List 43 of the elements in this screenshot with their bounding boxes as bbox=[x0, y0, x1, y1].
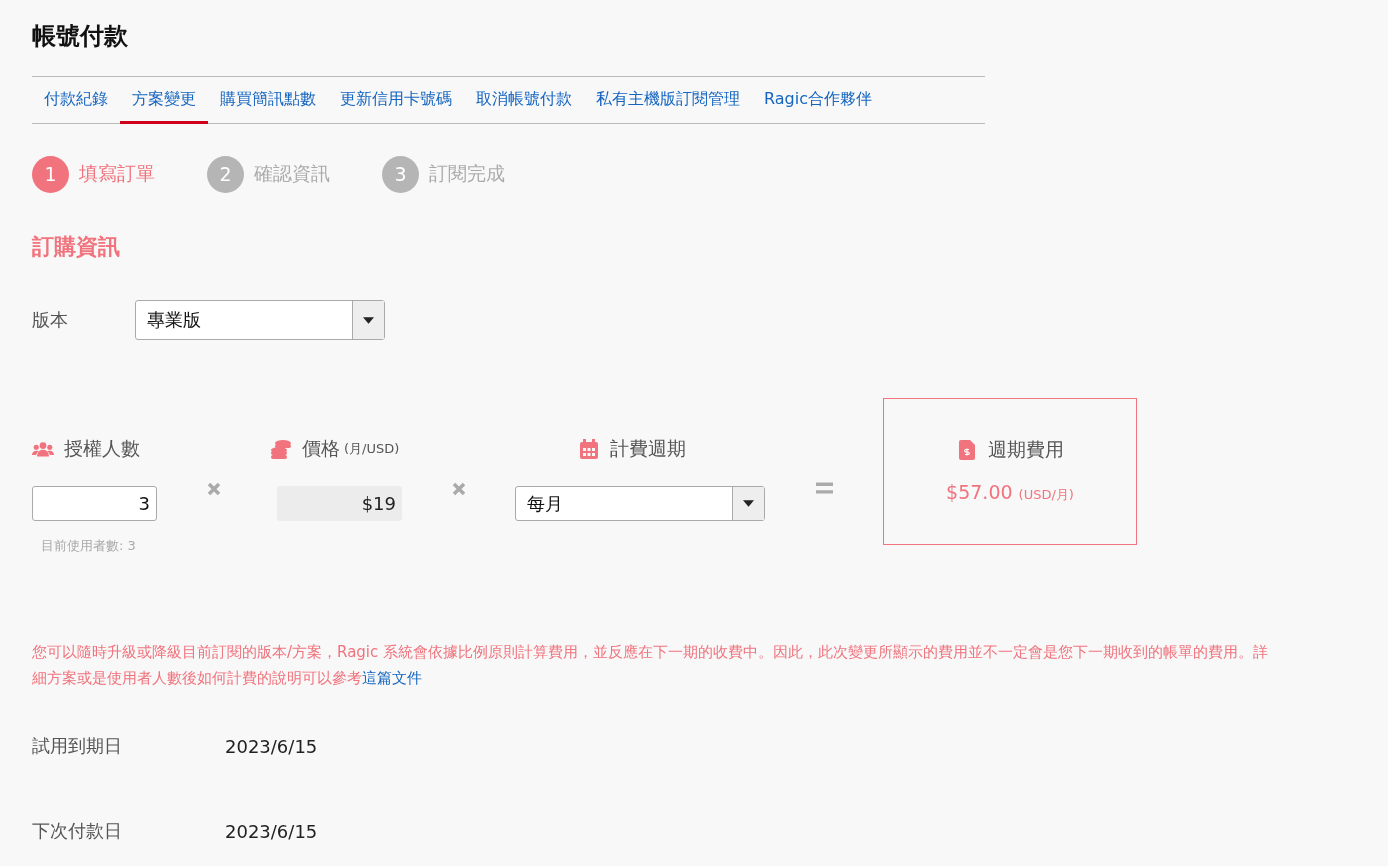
field-label: 下次付款日 bbox=[32, 819, 123, 843]
calendar-icon bbox=[578, 439, 600, 459]
notice-text: 您可以隨時升級或降級目前訂閱的版本/方案，Ragic 系統會依據比例原則計算費用，並反應在下一期的收費中。因此，此次變更所顯示的費用並不一定會是您下一期收到的帳單的費用。詳細方案或是使用者人數後如何計費的說明可以參考這篇文件 bbox=[32, 642, 1270, 689]
field-label: 價格 bbox=[302, 436, 340, 461]
number-input[interactable]: 3 bbox=[32, 486, 157, 521]
tab[interactable]: 取消帳號付款 bbox=[464, 77, 584, 124]
field-label: 計費週期 bbox=[610, 436, 686, 461]
dropdown[interactable]: 每月 bbox=[515, 486, 765, 521]
step-number: 1 bbox=[32, 155, 69, 193]
unit-label: (USD/月) bbox=[1018, 486, 1074, 504]
price-value: $19 bbox=[277, 486, 402, 521]
total-amount: $57.00 bbox=[946, 481, 1013, 503]
invoice-icon bbox=[956, 440, 978, 460]
field-label: 試用到期日 bbox=[32, 734, 123, 758]
tab[interactable]: Ragic合作夥伴 bbox=[752, 77, 884, 124]
users-icon bbox=[32, 439, 54, 459]
date-value: 2023/6/15 bbox=[225, 735, 318, 757]
page-title: 帳號付款 bbox=[32, 21, 129, 52]
step-number: 3 bbox=[382, 155, 419, 193]
multiply-icon bbox=[451, 482, 466, 496]
unit-label: (月/USD) bbox=[344, 440, 400, 458]
step-number: 2 bbox=[207, 155, 244, 193]
section-title: 訂購資訊 bbox=[32, 233, 121, 261]
tab[interactable]: 更新信用卡號碼 bbox=[328, 77, 464, 124]
dropdown[interactable]: 專業版 bbox=[135, 300, 385, 340]
equals-icon bbox=[815, 482, 833, 494]
tab[interactable]: 方案變更 bbox=[120, 77, 208, 124]
step-label: 訂閱完成 bbox=[429, 161, 505, 186]
tab[interactable]: 購買簡訊點數 bbox=[208, 77, 328, 124]
field-label: 週期費用 bbox=[988, 437, 1064, 462]
doc-link[interactable]: 這篇文件 bbox=[362, 669, 422, 687]
caret-icon bbox=[743, 500, 754, 507]
step-label: 確認資訊 bbox=[254, 161, 330, 186]
caret-icon bbox=[363, 316, 374, 324]
field-label: 版本 bbox=[32, 308, 69, 332]
hint-text: 目前使用者數: 3 bbox=[41, 537, 137, 555]
date-value: 2023/6/15 bbox=[225, 820, 318, 842]
coins-icon bbox=[270, 439, 292, 459]
multiply-icon bbox=[206, 482, 221, 496]
tab[interactable]: 私有主機版訂閱管理 bbox=[584, 77, 752, 124]
field-label: 授權人數 bbox=[64, 436, 140, 461]
step-label: 填寫訂單 bbox=[79, 161, 155, 186]
tab[interactable]: 付款紀錄 bbox=[32, 77, 120, 124]
